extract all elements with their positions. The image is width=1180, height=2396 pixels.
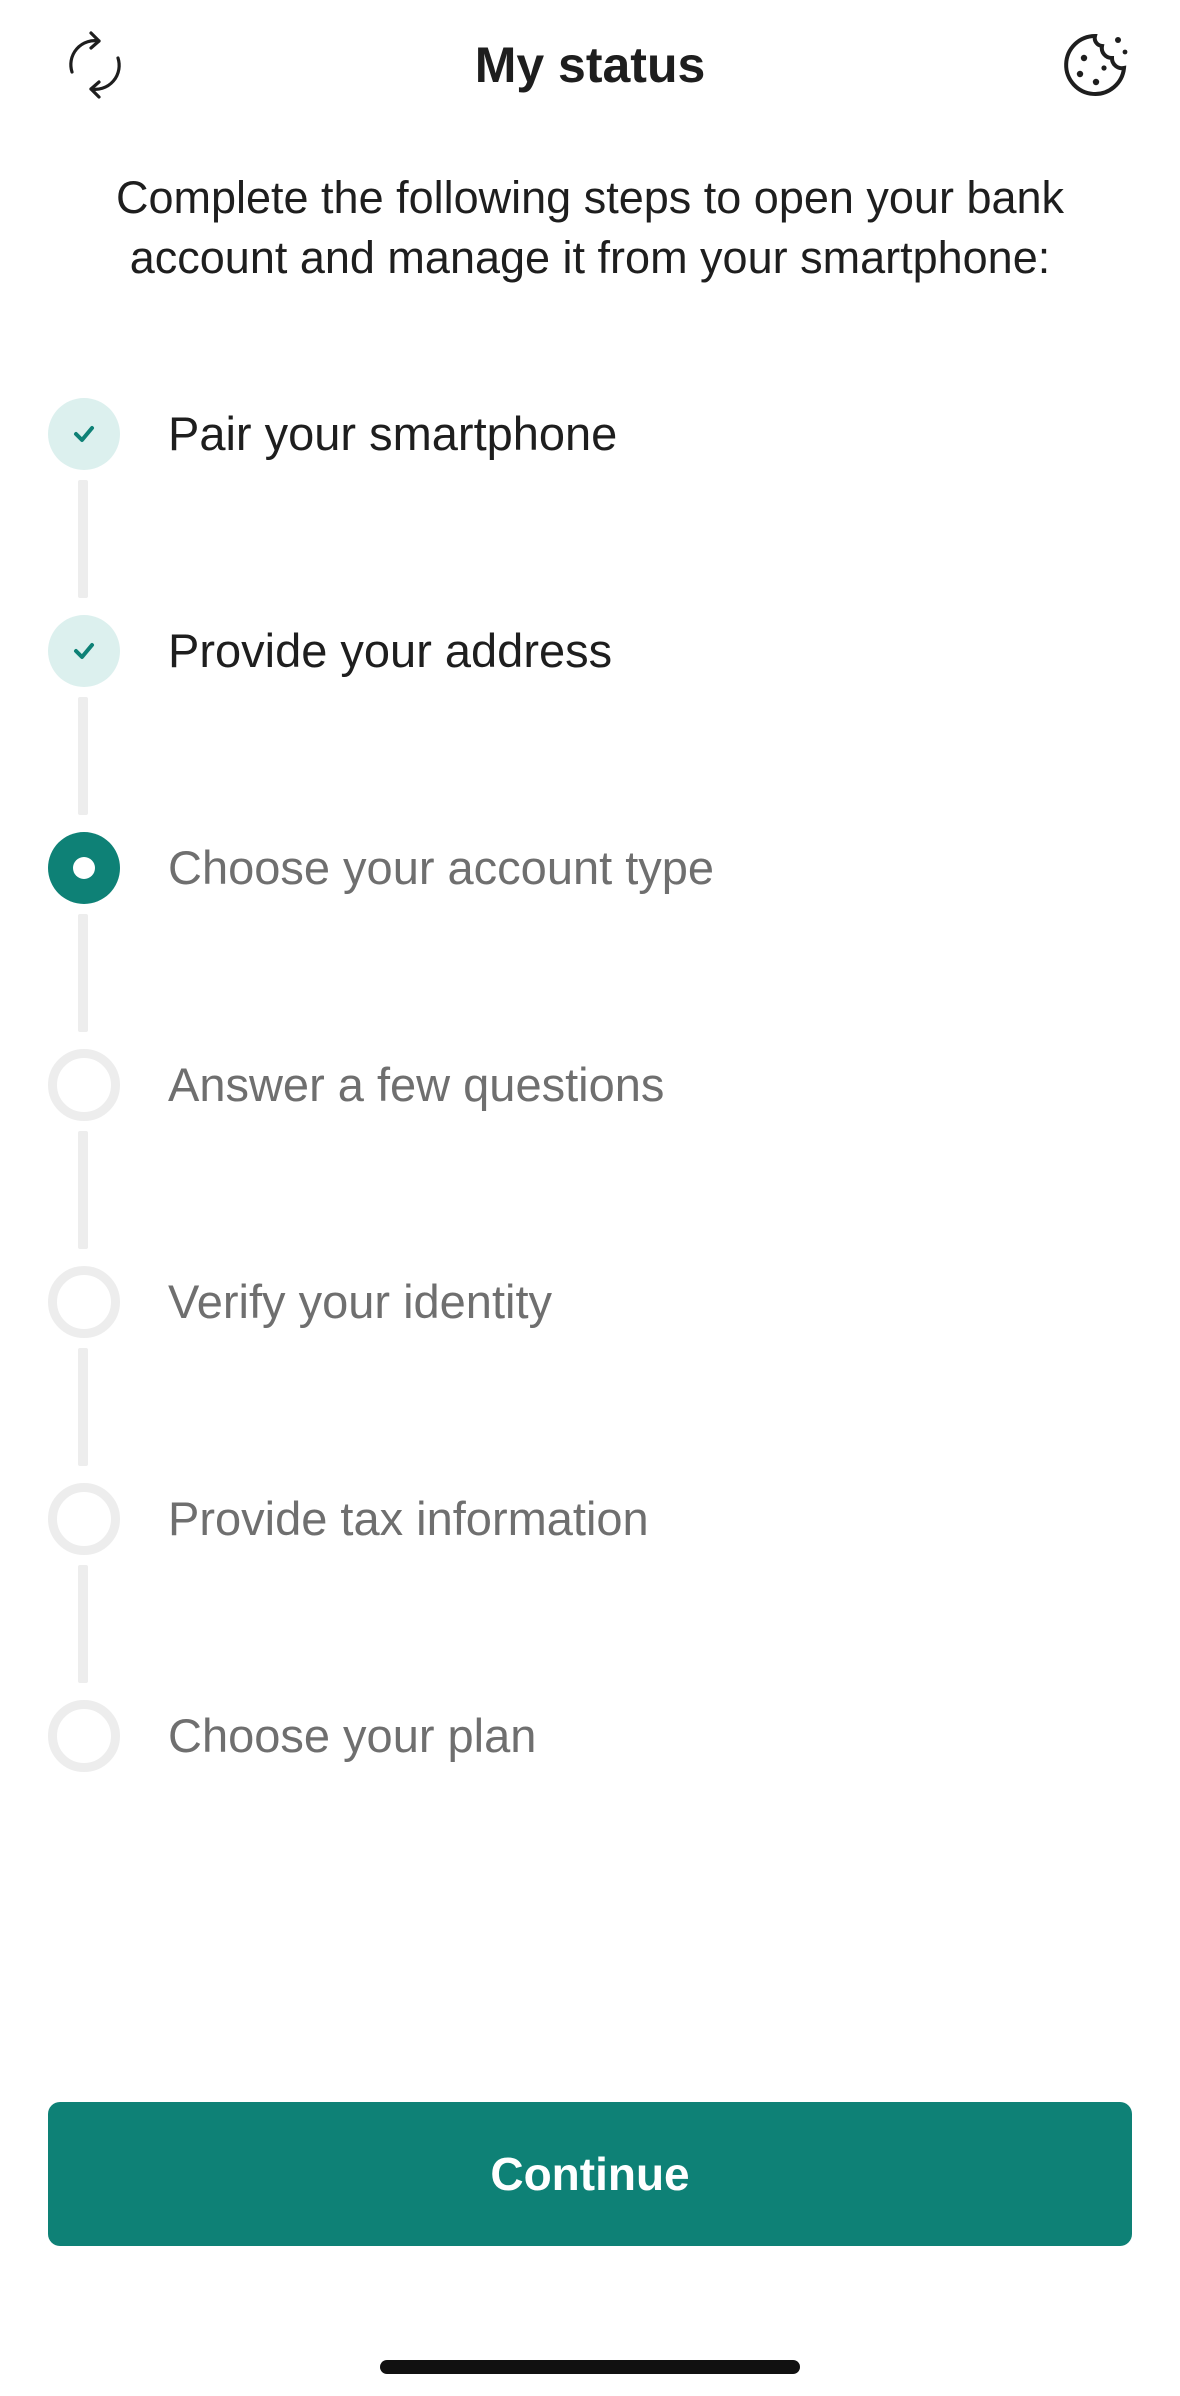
steps-list: Pair your smartphone Provide your addres…	[0, 0, 1180, 1800]
step-current-marker	[48, 832, 120, 904]
step-provide-address: Provide your address	[48, 614, 1148, 688]
step-pending-marker	[48, 1049, 120, 1121]
step-connector	[78, 697, 88, 815]
step-connector	[78, 914, 88, 1032]
step-label: Choose your account type	[168, 841, 715, 894]
step-label: Provide your address	[168, 624, 613, 677]
step-connector	[78, 1348, 88, 1466]
step-connector	[78, 1565, 88, 1683]
step-label: Verify your identity	[168, 1275, 553, 1328]
step-label: Pair your smartphone	[168, 407, 618, 460]
step-pending-marker	[48, 1266, 120, 1338]
check-icon	[74, 643, 94, 659]
step-choose-plan: Choose your plan	[48, 1699, 1148, 1773]
step-questions: Answer a few questions	[48, 1048, 1148, 1122]
step-verify-identity: Verify your identity	[48, 1265, 1148, 1339]
check-icon	[74, 426, 94, 442]
step-pending-marker	[48, 1483, 120, 1555]
step-label: Choose your plan	[168, 1709, 537, 1762]
step-account-type: Choose your account type	[48, 831, 1148, 905]
step-connector	[78, 480, 88, 598]
step-label: Answer a few questions	[168, 1058, 665, 1111]
step-done-marker	[48, 615, 120, 687]
step-pair-smartphone: Pair your smartphone	[48, 397, 1148, 471]
step-connector	[78, 1131, 88, 1249]
step-label: Provide tax information	[168, 1492, 649, 1545]
step-pending-marker	[48, 1700, 120, 1772]
home-indicator	[380, 2360, 800, 2374]
step-done-marker	[48, 398, 120, 470]
continue-button[interactable]: Continue	[48, 2102, 1132, 2246]
step-tax-information: Provide tax information	[48, 1482, 1148, 1556]
